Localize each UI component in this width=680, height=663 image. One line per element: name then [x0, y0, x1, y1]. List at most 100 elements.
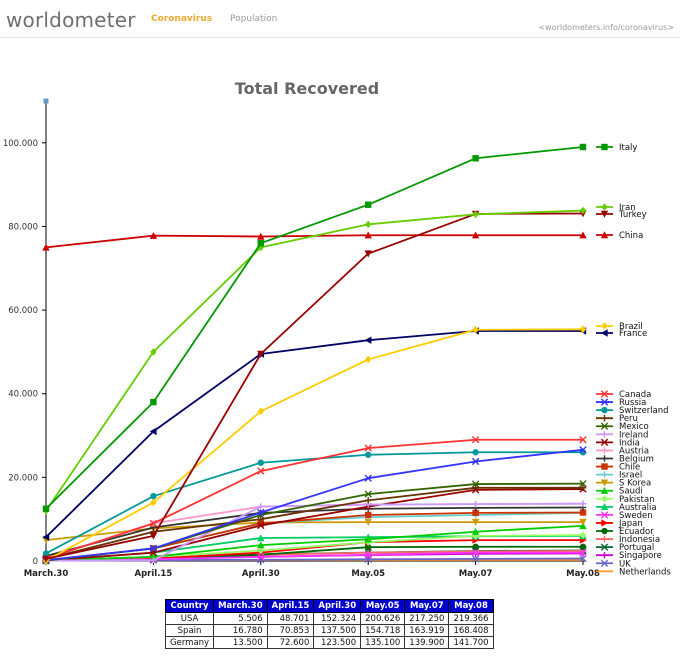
x-tick-label: May.08: [566, 569, 600, 579]
data-point: [601, 414, 608, 422]
data-point: [365, 201, 372, 208]
series-line: [45, 234, 583, 249]
data-point: [579, 543, 587, 550]
legend-label: Turkey: [618, 210, 647, 220]
table-header-cell: April.30: [313, 599, 362, 613]
data-point: [601, 471, 608, 478]
series-france: [42, 327, 587, 541]
site-header: worldometer Coronavirus Population <worl…: [0, 0, 680, 38]
data-point: [601, 143, 608, 151]
data-point: [365, 511, 372, 519]
table-cell: 163.919: [404, 624, 450, 637]
data-point: [601, 406, 608, 414]
table-cell: 5.506: [213, 612, 268, 625]
data-point: [472, 543, 479, 550]
table-header-cell: May.05: [360, 599, 406, 613]
recovered-line-chart: Total Recovered 0 20.000 40.000 60.000 80.00…: [3, 79, 672, 579]
table-header-cell: May.07: [404, 599, 450, 613]
table-header-cell: Country: [164, 599, 215, 613]
logo-text: worldometer: [6, 8, 136, 32]
data-point: [257, 239, 264, 247]
table-body: USA 5.506 48.701 152.324 200.626 217.250 219.3…: [164, 612, 494, 649]
site-logo[interactable]: worldometer: [6, 8, 136, 32]
y-tick-label: 60.000: [8, 306, 38, 316]
chart-legend: ItalyIranTurkeyChinaBrazilFranceCanadaRu…: [596, 143, 671, 577]
x-tick-label: April.15: [135, 569, 173, 579]
table-cell: 217.250: [404, 612, 450, 625]
nav-coronavirus[interactable]: Coronavirus: [151, 14, 212, 24]
legend-item: Netherlands: [596, 567, 671, 577]
series-line: [45, 488, 584, 562]
table-cell: 168.408: [448, 624, 494, 637]
table-cell: Spain: [164, 624, 215, 637]
nav-population[interactable]: Population: [230, 14, 277, 24]
series-line: [45, 328, 584, 562]
legend-item: France: [596, 329, 647, 339]
y-tick-label: 20.000: [8, 473, 38, 483]
table-header-cell: April.15: [266, 599, 315, 613]
table-cell: 219.366: [448, 612, 494, 625]
table-cell: 139.900: [404, 636, 450, 649]
data-point: [579, 500, 587, 507]
legend-item: Italy: [596, 143, 637, 153]
table-cell: 154.718: [360, 624, 406, 637]
data-point: [42, 505, 50, 512]
series-iran: [42, 206, 587, 515]
x-tick-label: May.05: [351, 569, 385, 579]
y-tick-label: 40.000: [8, 390, 38, 400]
table-cell: 123.500: [313, 636, 362, 649]
table-cell: 13.500: [213, 636, 268, 649]
table-cell: 16.780: [213, 624, 268, 637]
data-point: [257, 503, 264, 510]
table-row: Spain 16.780 70.853 137.500 154.718 163.919 16…: [164, 624, 494, 637]
data-point: [365, 451, 372, 458]
site-url-label: <worldometers.info/coronavirus>: [538, 23, 674, 32]
table-cell: 200.626: [360, 612, 406, 625]
table-row: Germany 13.500 72.600 123.500 135.100 139.900…: [164, 636, 494, 649]
data-point: [600, 329, 608, 337]
table-cell: 135.100: [360, 636, 406, 649]
data-point: [601, 322, 608, 330]
data-point: [472, 500, 479, 508]
legend-label: France: [619, 329, 647, 339]
y-tick-label: 80.000: [8, 222, 38, 232]
y-tick-label: 100.000: [3, 139, 38, 149]
x-tick-label: April.30: [242, 569, 280, 579]
data-point: [472, 449, 479, 456]
x-tick-label: May.07: [459, 569, 493, 579]
table-header-cell: May.08: [448, 599, 494, 613]
data-point: [150, 492, 157, 500]
data-point: [257, 459, 264, 466]
table-header-row: Country March.30 April.15 April.30 May.05 May…: [164, 599, 494, 613]
data-point: [601, 447, 608, 454]
table-cell: 137.500: [313, 624, 362, 637]
table-cell: Germany: [164, 636, 215, 649]
data-point: [365, 497, 372, 504]
legend-label: Netherlands: [619, 567, 671, 577]
y-tick-label: 0: [33, 557, 38, 567]
data-point: [601, 527, 608, 535]
data-point: [601, 535, 608, 543]
series-line: [45, 209, 584, 512]
data-point: [365, 355, 372, 364]
data-point: [601, 494, 608, 503]
series-line: [45, 146, 584, 510]
table-cell: USA: [164, 612, 215, 625]
data-point: [601, 431, 608, 438]
x-tick-label: March.30: [24, 569, 69, 579]
data-point: [365, 220, 372, 229]
data-point: [579, 143, 587, 151]
data-point: [150, 398, 157, 406]
series-brazil: [42, 325, 587, 565]
table-header-cell: March.30: [213, 599, 268, 613]
data-point: [601, 463, 608, 470]
recovered-table: Country March.30 April.15 April.30 May.05 May…: [164, 599, 494, 649]
series-china: [42, 231, 587, 251]
data-point: [601, 552, 608, 559]
data-point: [472, 155, 479, 162]
data-point: [601, 519, 609, 527]
data-point: [601, 203, 608, 211]
y-axis-cap: [43, 98, 49, 104]
table-row: USA 5.506 48.701 152.324 200.626 217.250 219.3…: [164, 612, 494, 625]
series-layer: [42, 143, 587, 565]
